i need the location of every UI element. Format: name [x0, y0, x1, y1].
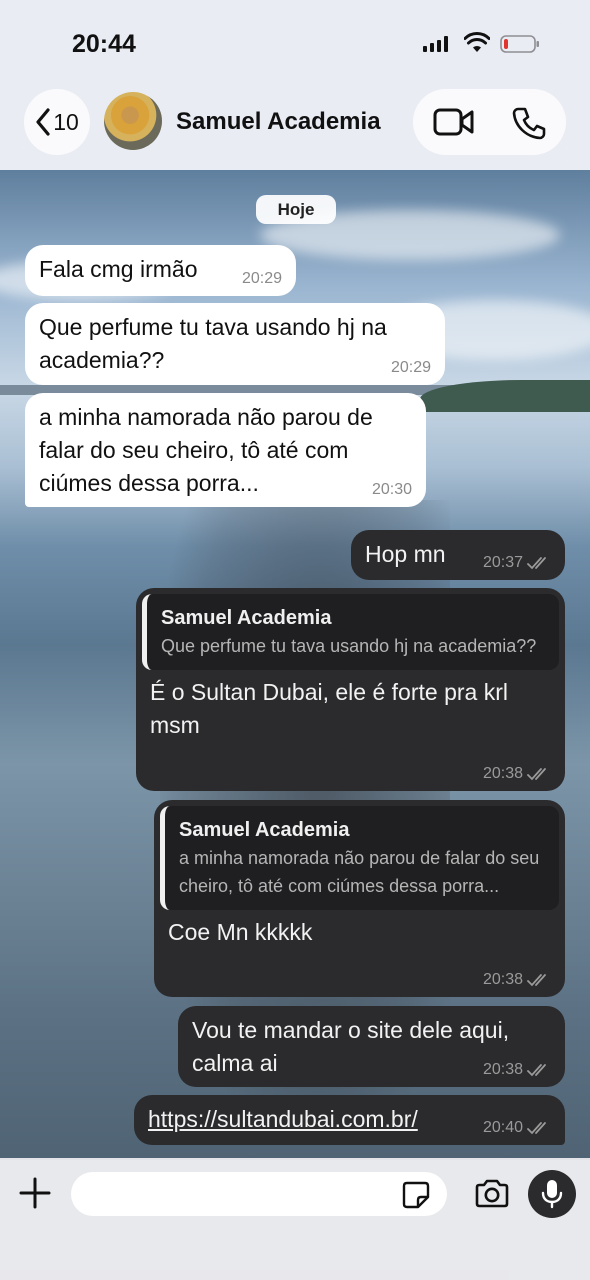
message-text: É o Sultan Dubai, ele é forte pra krl ms… [150, 679, 508, 738]
sticker-icon[interactable] [402, 1181, 430, 1209]
double-check-icon [527, 974, 546, 987]
reply-quote[interactable]: Samuel Academia a minha namorada não par… [160, 806, 559, 910]
message-text: Coe Mn kkkkk [168, 919, 313, 945]
message-outgoing-reply[interactable]: Samuel Academia Que perfume tu tava usan… [136, 588, 565, 791]
double-check-icon [527, 557, 546, 570]
message-incoming[interactable]: a minha namorada não parou de falar do s… [25, 393, 426, 507]
phone-call-icon[interactable] [512, 106, 546, 140]
message-time: 20:38 [483, 1061, 551, 1079]
wifi-icon [464, 32, 490, 52]
message-time: 20:38 [483, 971, 551, 989]
double-check-icon [527, 1122, 546, 1135]
message-input[interactable] [71, 1172, 447, 1216]
message-outgoing-reply[interactable]: Samuel Academia a minha namorada não par… [154, 800, 565, 997]
voice-record-button[interactable] [528, 1170, 576, 1218]
double-check-icon [527, 768, 546, 781]
contact-name[interactable]: Samuel Academia [176, 108, 381, 136]
message-outgoing[interactable]: https://sultandubai.com.br/ 20:40 [134, 1095, 565, 1145]
unread-count: 10 [53, 108, 79, 135]
message-time-text: 20:38 [482, 971, 523, 988]
message-time: 20:29 [242, 270, 282, 288]
message-link[interactable]: https://sultandubai.com.br/ [148, 1106, 418, 1132]
message-time-text: 20:38 [482, 765, 523, 782]
message-text: Hop mn [365, 541, 446, 567]
plus-icon[interactable] [18, 1176, 52, 1210]
double-check-icon [527, 1064, 546, 1077]
message-time-text: 20:40 [482, 1119, 523, 1136]
message-time: 20:29 [391, 359, 431, 377]
message-time: 20:38 [483, 765, 551, 783]
camera-icon[interactable] [474, 1179, 510, 1209]
date-separator: Hoje [256, 195, 336, 224]
chevron-left-icon [36, 108, 50, 136]
message-time-text: 20:30 [371, 481, 412, 498]
message-outgoing[interactable]: Vou te mandar o site dele aqui, calma ai… [178, 1006, 565, 1087]
battery-icon [500, 35, 539, 53]
message-time-text: 20:37 [482, 554, 523, 571]
message-time: 20:37 [483, 554, 551, 572]
reply-quote-name: Samuel Academia [179, 819, 350, 841]
video-call-icon[interactable] [433, 106, 475, 138]
message-time: 20:40 [483, 1119, 551, 1137]
contact-avatar[interactable] [104, 92, 162, 150]
message-incoming[interactable]: Que perfume tu tava usando hj na academi… [25, 303, 445, 385]
back-button[interactable]: 10 [24, 89, 90, 155]
message-time-text: 20:29 [241, 270, 282, 287]
message-time-text: 20:38 [482, 1061, 523, 1078]
reply-quote-name: Samuel Academia [161, 607, 332, 629]
message-text: a minha namorada não parou de falar do s… [39, 404, 373, 496]
message-text: Fala cmg irmão [39, 256, 198, 282]
signal-icon [423, 36, 448, 52]
message-time-text: 20:29 [390, 359, 431, 376]
message-text: Que perfume tu tava usando hj na academi… [39, 314, 387, 373]
microphone-icon [541, 1180, 563, 1209]
message-text: Vou te mandar o site dele aqui, calma ai [192, 1017, 510, 1076]
reply-quote[interactable]: Samuel Academia Que perfume tu tava usan… [142, 594, 559, 670]
reply-quote-text: Que perfume tu tava usando hj na academi… [161, 636, 537, 656]
status-time: 20:44 [72, 30, 136, 58]
message-incoming[interactable]: Fala cmg irmão 20:29 [25, 245, 296, 296]
reply-quote-text: a minha namorada não parou de falar do s… [179, 848, 540, 896]
message-outgoing[interactable]: Hop mn 20:37 [351, 530, 565, 580]
call-actions [413, 89, 566, 155]
message-time: 20:30 [372, 481, 412, 499]
